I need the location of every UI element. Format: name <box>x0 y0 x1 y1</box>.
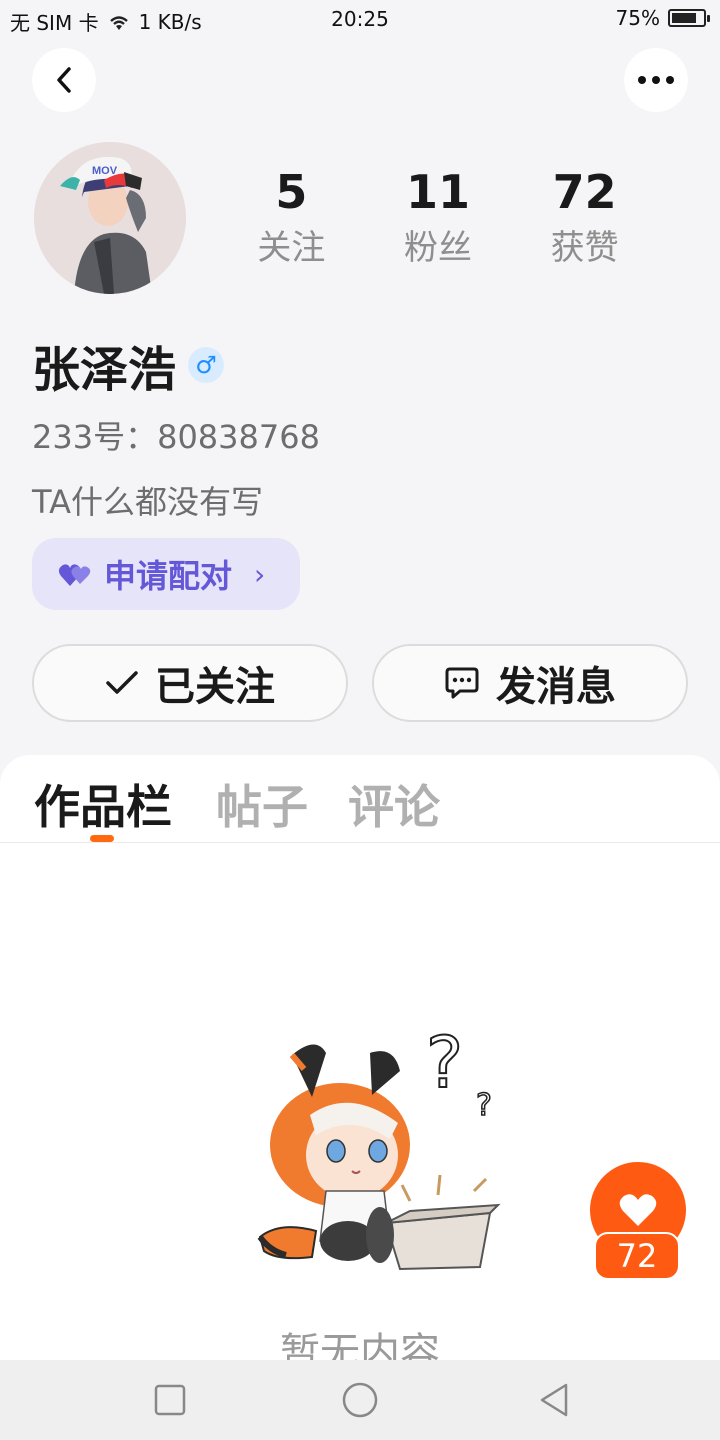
user-bio: TA什么都没有写 <box>32 483 263 521</box>
send-message-label: 发消息 <box>496 664 616 710</box>
empty-state-illustration: ? ? <box>257 1021 501 1271</box>
empty-state-text: 暂无内容 <box>280 1330 440 1360</box>
following-count: 5 <box>275 165 308 219</box>
chevron-right-icon: › <box>254 557 266 591</box>
request-pair-button[interactable]: 申请配对 › <box>32 538 300 610</box>
clock: 20:25 <box>331 7 389 31</box>
chat-bubble-icon <box>445 667 479 699</box>
more-dots-icon <box>638 76 674 84</box>
avatar-image: MOV <box>34 142 186 294</box>
home-circle-icon[interactable] <box>340 1380 380 1420</box>
followed-label: 已关注 <box>155 664 275 710</box>
tab-bar: 作品栏 帖子 评论 <box>0 755 720 843</box>
like-count-badge: 72 <box>594 1232 680 1280</box>
user-name: 张泽浩 <box>32 342 177 398</box>
likes-label: 获赞 <box>550 228 619 268</box>
status-bar: 无 SIM 卡 1 KB/s 20:25 75% <box>0 0 720 38</box>
heart-icon <box>619 1194 657 1226</box>
fans-label: 粉丝 <box>404 228 472 268</box>
back-button[interactable] <box>32 48 96 112</box>
battery-icon <box>668 9 710 27</box>
check-icon <box>106 671 138 694</box>
back-arrow-icon <box>57 67 71 93</box>
fans-count: 11 <box>406 165 471 219</box>
name-row: 张泽浩 ♂ <box>32 330 225 400</box>
followed-button[interactable]: 已关注 <box>32 644 348 722</box>
recent-apps-square-icon[interactable] <box>150 1380 190 1420</box>
svg-text:?: ? <box>426 1022 463 1104</box>
stat-fans[interactable]: 11 粉丝 <box>365 162 512 270</box>
male-gender-icon: ♂ <box>188 347 225 383</box>
double-heart-icon <box>58 564 91 586</box>
avatar[interactable]: MOV <box>34 142 186 294</box>
svg-text:?: ? <box>476 1088 492 1123</box>
tab-works[interactable]: 作品栏 <box>34 771 172 837</box>
send-message-button[interactable]: 发消息 <box>372 644 688 722</box>
more-options-button[interactable] <box>624 48 688 112</box>
following-label: 关注 <box>257 228 326 268</box>
battery-percent: 75% <box>615 6 660 30</box>
tab-comments[interactable]: 评论 <box>348 771 440 837</box>
like-floating-button[interactable]: 72 <box>590 1162 686 1280</box>
user-id: 233号：80838768 <box>32 418 320 456</box>
request-pair-label: 申请配对 <box>104 557 233 595</box>
likes-count: 72 <box>552 165 617 219</box>
tab-posts[interactable]: 帖子 <box>216 771 308 837</box>
active-tab-indicator <box>90 835 114 842</box>
stat-following[interactable]: 5 关注 <box>218 162 365 270</box>
profile-stats: 5 关注 11 粉丝 72 获赞 <box>218 162 658 270</box>
svg-text:MOV: MOV <box>92 165 118 177</box>
system-navigation-bar <box>0 1360 720 1440</box>
back-triangle-icon[interactable] <box>534 1380 574 1420</box>
stat-likes[interactable]: 72 获赞 <box>511 162 658 270</box>
